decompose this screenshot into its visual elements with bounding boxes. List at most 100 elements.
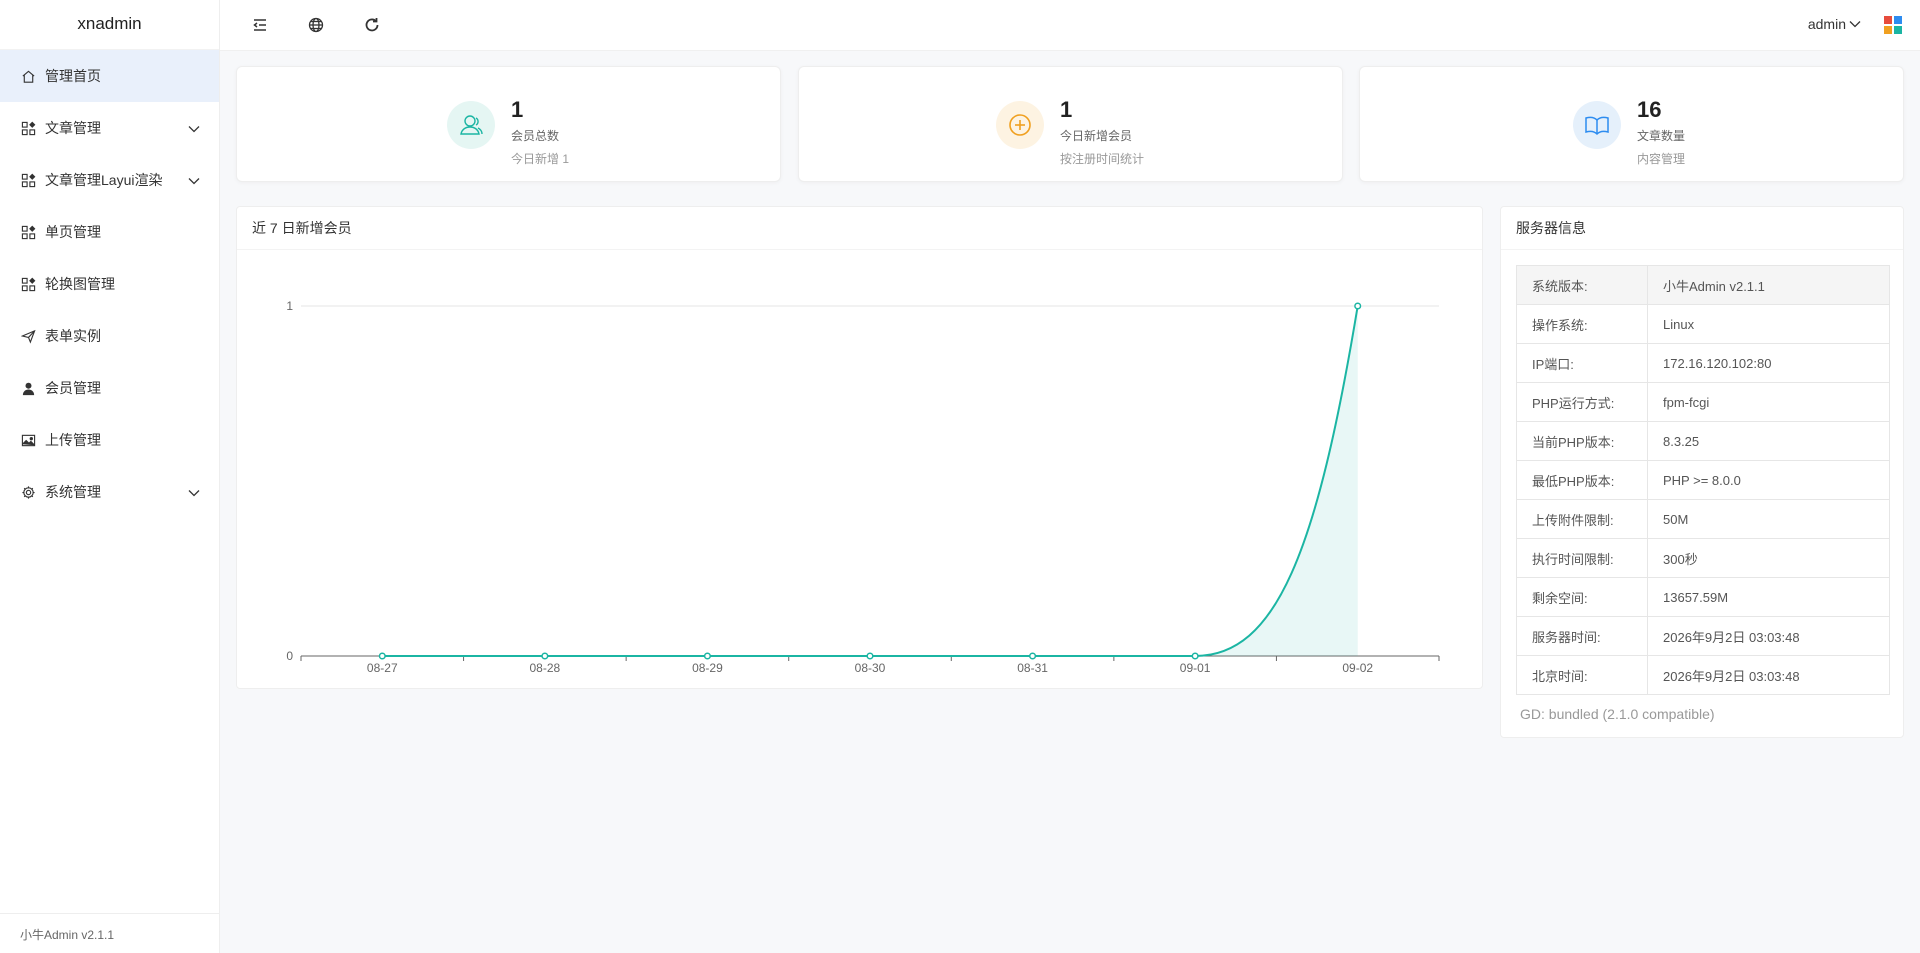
sidebar-item-3[interactable]: 单页管理 bbox=[0, 206, 219, 258]
series-line bbox=[382, 305, 1359, 657]
server-info-row: 剩余空间: 13657.59M bbox=[1516, 577, 1890, 617]
user-icon bbox=[20, 380, 36, 396]
data-point bbox=[1029, 652, 1037, 660]
home-icon bbox=[20, 68, 36, 84]
x-tick-label: 08-31 bbox=[1017, 661, 1048, 675]
server-info-key: 操作系统: bbox=[1516, 304, 1648, 344]
stat-label: 会员总数 bbox=[511, 129, 560, 143]
menu-collapse-icon[interactable] bbox=[250, 15, 270, 35]
new-members-chart: 0 1 08-27 08-28 08-29 08-30 08-31 09-01 09-02 bbox=[286, 299, 1440, 675]
server-info-row: 操作系统: Linux bbox=[1516, 304, 1890, 344]
server-info-row: IP端口: 172.16.120.102:80 bbox=[1516, 343, 1890, 383]
server-info-key: IP端口: bbox=[1516, 343, 1648, 383]
server-info-key: 剩余空间: bbox=[1516, 577, 1648, 617]
grid-icon bbox=[20, 120, 36, 136]
chevron-down-icon[interactable] bbox=[187, 122, 201, 136]
stat-label: 今日新增会员 bbox=[1060, 129, 1133, 143]
server-info-key: 上传附件限制: bbox=[1516, 499, 1648, 539]
top-header: admin bbox=[220, 0, 1920, 51]
send-icon bbox=[20, 328, 36, 344]
gear-icon bbox=[20, 484, 36, 500]
server-info-row: 上传附件限制: 50M bbox=[1516, 499, 1890, 539]
chevron-down-icon[interactable] bbox=[187, 486, 201, 500]
server-info-value: 2026年9月2日 03:03:48 bbox=[1647, 616, 1890, 656]
server-info-row: 服务器时间: 2026年9月2日 03:03:48 bbox=[1516, 616, 1890, 656]
chevron-down-icon[interactable] bbox=[187, 174, 201, 188]
stat-value: 1 bbox=[511, 97, 524, 122]
grid-icon bbox=[20, 276, 36, 292]
sidebar-menu: 管理首页文章管理文章管理Layui渲染单页管理轮换图管理表单实例会员管理上传管理… bbox=[0, 50, 219, 518]
sidebar-item-7[interactable]: 上传管理 bbox=[0, 414, 219, 466]
server-info-value: Linux bbox=[1647, 304, 1890, 344]
server-info-value: 13657.59M bbox=[1647, 577, 1890, 617]
x-tick-label: 08-30 bbox=[855, 661, 886, 675]
y-tick-label: 0 bbox=[286, 649, 293, 663]
sidebar-item-label: 上传管理 bbox=[45, 432, 101, 448]
sidebar-item-label: 会员管理 bbox=[45, 380, 101, 396]
sidebar-item-5[interactable]: 表单实例 bbox=[0, 310, 219, 362]
x-tick-label: 09-02 bbox=[1342, 661, 1373, 675]
server-info-key: PHP运行方式: bbox=[1516, 382, 1648, 422]
users-icon bbox=[447, 101, 495, 149]
server-info-key: 北京时间: bbox=[1516, 655, 1648, 695]
sidebar-item-label: 单页管理 bbox=[45, 224, 101, 240]
stat-label: 文章数量 bbox=[1637, 129, 1686, 143]
sidebar-item-0[interactable]: 管理首页 bbox=[0, 50, 219, 102]
server-gd-info: GD: bundled (2.1.0 compatible) bbox=[1520, 706, 1715, 722]
server-info-table: 系统版本: 小牛Admin v2.1.1 操作系统: Linux IP端口: 172.16… bbox=[1516, 265, 1890, 695]
data-point bbox=[1354, 302, 1362, 310]
server-info-title: 服务器信息 bbox=[1501, 207, 1903, 250]
server-info-key: 最低PHP版本: bbox=[1516, 460, 1648, 500]
chevron-down-icon bbox=[1849, 21, 1861, 28]
data-point bbox=[866, 652, 874, 660]
server-info-row: PHP运行方式: fpm-fcgi bbox=[1516, 382, 1890, 422]
sidebar-item-2[interactable]: 文章管理Layui渲染 bbox=[0, 154, 219, 206]
sidebar-item-label: 轮换图管理 bbox=[45, 276, 115, 292]
data-point bbox=[703, 652, 711, 660]
stat-card-new-members: 1 今日新增会员 按注册时间统计 bbox=[798, 66, 1343, 182]
sidebar-item-8[interactable]: 系统管理 bbox=[0, 466, 219, 518]
sidebar-item-6[interactable]: 会员管理 bbox=[0, 362, 219, 414]
data-point bbox=[1191, 652, 1199, 660]
sidebar-item-label: 系统管理 bbox=[45, 484, 101, 500]
x-tick-label: 09-01 bbox=[1180, 661, 1211, 675]
stat-value: 16 bbox=[1637, 97, 1662, 122]
app-logo[interactable]: xnadmin bbox=[0, 0, 219, 50]
stat-sub: 按注册时间统计 bbox=[1060, 152, 1145, 166]
server-info-row: 当前PHP版本: 8.3.25 bbox=[1516, 421, 1890, 461]
server-info-value: 172.16.120.102:80 bbox=[1647, 343, 1890, 383]
sidebar-item-label: 表单实例 bbox=[45, 328, 101, 344]
sidebar-item-label: 管理首页 bbox=[45, 68, 101, 84]
server-info-row: 执行时间限制: 300秒 bbox=[1516, 538, 1890, 578]
sidebar-item-1[interactable]: 文章管理 bbox=[0, 102, 219, 154]
stat-sub: 内容管理 bbox=[1637, 152, 1686, 166]
image-icon bbox=[20, 432, 36, 448]
sidebar: xnadmin 管理首页文章管理文章管理Layui渲染单页管理轮换图管理表单实例… bbox=[0, 0, 220, 953]
x-tick-label: 08-27 bbox=[367, 661, 398, 675]
server-info-key: 当前PHP版本: bbox=[1516, 421, 1648, 461]
data-point bbox=[541, 652, 549, 660]
server-info-value: 50M bbox=[1647, 499, 1890, 539]
server-info-key: 服务器时间: bbox=[1516, 616, 1648, 656]
stat-value: 1 bbox=[1060, 97, 1073, 122]
chart-panel: 近 7 日新增会员 0 1 08-27 08-28 08-29 08-30 08-31 09-… bbox=[236, 206, 1483, 689]
server-info-value: 2026年9月2日 03:03:48 bbox=[1647, 655, 1890, 695]
server-info-row: 最低PHP版本: PHP >= 8.0.0 bbox=[1516, 460, 1890, 500]
server-info-row: 北京时间: 2026年9月2日 03:03:48 bbox=[1516, 655, 1890, 695]
server-info-value: 小牛Admin v2.1.1 bbox=[1647, 265, 1890, 305]
theme-icon[interactable] bbox=[1884, 16, 1902, 34]
series-area bbox=[382, 306, 1358, 656]
globe-icon[interactable] bbox=[306, 15, 326, 35]
server-info-key: 执行时间限制: bbox=[1516, 538, 1648, 578]
sidebar-item-label: 文章管理 bbox=[45, 120, 101, 136]
plus-circle-icon bbox=[996, 101, 1044, 149]
data-point bbox=[378, 652, 386, 660]
sidebar-item-4[interactable]: 轮换图管理 bbox=[0, 258, 219, 310]
server-info-value: fpm-fcgi bbox=[1647, 382, 1890, 422]
server-info-row: 系统版本: 小牛Admin v2.1.1 bbox=[1516, 265, 1890, 305]
x-tick-label: 08-29 bbox=[692, 661, 723, 675]
user-menu[interactable]: admin bbox=[1808, 16, 1862, 32]
refresh-icon[interactable] bbox=[362, 15, 382, 35]
stat-card-articles: 16 文章数量 内容管理 bbox=[1359, 66, 1904, 182]
grid-icon bbox=[20, 172, 36, 188]
